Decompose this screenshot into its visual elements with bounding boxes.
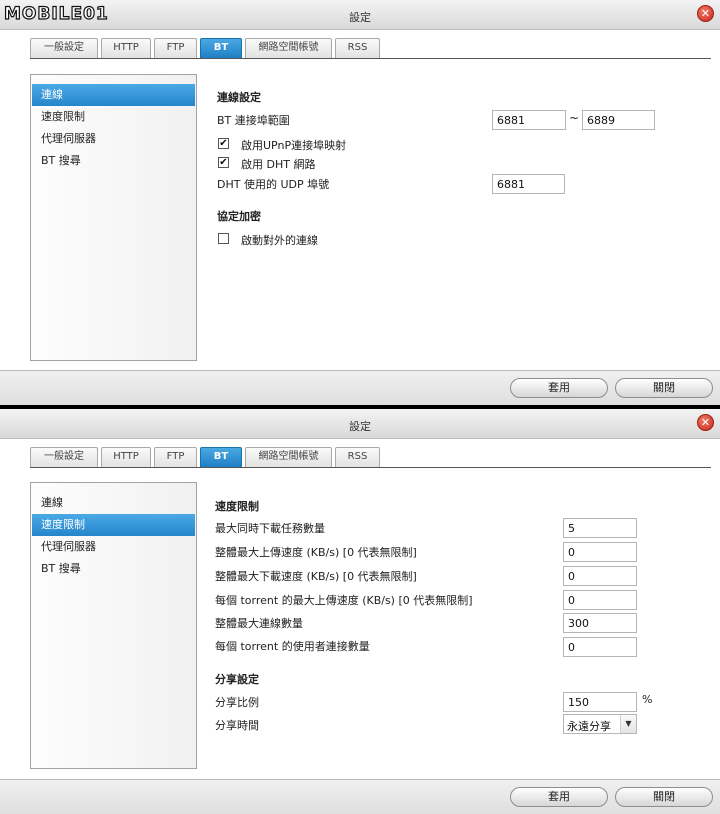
title-bar: 設定 ✕: [0, 409, 720, 439]
max-concurrent-downloads-field[interactable]: [563, 518, 637, 538]
tab-bt[interactable]: BT: [200, 447, 242, 467]
sidebar-item-speed-limit[interactable]: 速度限制: [32, 514, 195, 536]
tab-ftp[interactable]: FTP: [154, 447, 197, 467]
section-title-sharing: 分享設定: [215, 673, 259, 686]
sidebar-item-bt-search[interactable]: BT 搜尋: [32, 150, 195, 172]
tab-rss[interactable]: RSS: [335, 38, 380, 58]
max-connections-field[interactable]: [563, 613, 637, 633]
sidebar-item-connection[interactable]: 連線: [32, 84, 195, 106]
port-range-label: BT 連接埠範圍: [217, 114, 290, 127]
dht-label: 啟用 DHT 網路: [241, 158, 316, 171]
global-download-limit-field[interactable]: [563, 566, 637, 586]
sidebar-item-proxy[interactable]: 代理伺服器: [32, 128, 195, 150]
tab-http[interactable]: HTTP: [101, 447, 151, 467]
global-download-limit-label: 整體最大下載速度 (KB/s) [0 代表無限制]: [215, 570, 417, 583]
tab-general[interactable]: 一般設定: [30, 38, 98, 58]
tab-bt[interactable]: BT: [200, 38, 242, 58]
close-icon[interactable]: ✕: [697, 5, 714, 22]
per-torrent-upload-limit-field[interactable]: [563, 590, 637, 610]
sidebar-item-proxy[interactable]: 代理伺服器: [32, 536, 195, 558]
dialog-footer: 套用 關閉: [0, 370, 720, 405]
dialog-title: 設定: [349, 11, 371, 24]
range-separator: ~: [569, 111, 580, 125]
sidebar: 連線 速度限制 代理伺服器 BT 搜尋: [30, 74, 197, 361]
close-icon[interactable]: ✕: [697, 414, 714, 431]
port-to-field[interactable]: [582, 110, 655, 130]
tab-cloud-accounts[interactable]: 網路空間帳號: [245, 38, 332, 58]
share-time-value: 永遠分享: [567, 720, 611, 733]
dialog-footer: 套用 關閉: [0, 779, 720, 814]
outgoing-label: 啟動對外的連線: [241, 234, 318, 247]
max-concurrent-downloads-label: 最大同時下載任務數量: [215, 522, 325, 535]
dht-port-label: DHT 使用的 UDP 埠號: [217, 178, 330, 191]
check-icon: ✔: [219, 138, 228, 149]
sidebar-item-bt-search[interactable]: BT 搜尋: [32, 558, 195, 580]
sidebar-item-speed-limit[interactable]: 速度限制: [32, 106, 195, 128]
apply-button[interactable]: 套用: [510, 787, 608, 807]
dht-port-field[interactable]: [492, 174, 565, 194]
settings-dialog-speed-limit: 設定 ✕ 一般設定 HTTP FTP BT 網路空間帳號 RSS 連線 速度限制…: [0, 409, 720, 814]
global-upload-limit-label: 整體最大上傳速度 (KB/s) [0 代表無限制]: [215, 546, 417, 559]
check-icon: ✔: [219, 157, 228, 168]
tab-ftp[interactable]: FTP: [154, 38, 197, 58]
section-title-encryption: 協定加密: [217, 210, 261, 223]
settings-dialog-connection: MOBILE01 設定 ✕ 一般設定 HTTP FTP BT 網路空間帳號 RS…: [0, 0, 720, 405]
tab-general[interactable]: 一般設定: [30, 447, 98, 467]
tab-cloud-accounts[interactable]: 網路空間帳號: [245, 447, 332, 467]
tab-divider: [30, 467, 711, 468]
close-button[interactable]: 關閉: [615, 787, 713, 807]
chevron-down-icon[interactable]: ▼: [620, 715, 636, 733]
share-time-select[interactable]: 永遠分享 ▼: [563, 714, 637, 734]
global-upload-limit-field[interactable]: [563, 542, 637, 562]
sidebar-item-connection[interactable]: 連線: [32, 492, 195, 514]
dialog-title: 設定: [349, 420, 371, 433]
apply-button[interactable]: 套用: [510, 378, 608, 398]
share-ratio-unit: %: [642, 693, 653, 706]
per-torrent-peers-field[interactable]: [563, 637, 637, 657]
share-ratio-field[interactable]: [563, 692, 637, 712]
per-torrent-upload-limit-label: 每個 torrent 的最大上傳速度 (KB/s) [0 代表無限制]: [215, 594, 473, 607]
tab-divider: [30, 58, 711, 59]
sidebar: 連線 速度限制 代理伺服器 BT 搜尋: [30, 482, 197, 769]
tab-rss[interactable]: RSS: [335, 447, 380, 467]
share-ratio-label: 分享比例: [215, 696, 259, 709]
section-title-speed-limit: 速度限制: [215, 500, 259, 513]
port-from-field[interactable]: [492, 110, 566, 130]
title-bar: MOBILE01 設定 ✕: [0, 0, 720, 30]
dht-checkbox[interactable]: ✔: [218, 157, 229, 168]
upnp-label: 啟用UPnP連接埠映射: [241, 139, 347, 152]
per-torrent-peers-label: 每個 torrent 的使用者連接數量: [215, 640, 370, 653]
close-button[interactable]: 關閉: [615, 378, 713, 398]
max-connections-label: 整體最大連線數量: [215, 617, 303, 630]
outgoing-checkbox[interactable]: [218, 233, 229, 244]
tab-http[interactable]: HTTP: [101, 38, 151, 58]
upnp-checkbox[interactable]: ✔: [218, 138, 229, 149]
share-time-label: 分享時間: [215, 719, 259, 732]
section-title-connection: 連線設定: [217, 91, 261, 104]
